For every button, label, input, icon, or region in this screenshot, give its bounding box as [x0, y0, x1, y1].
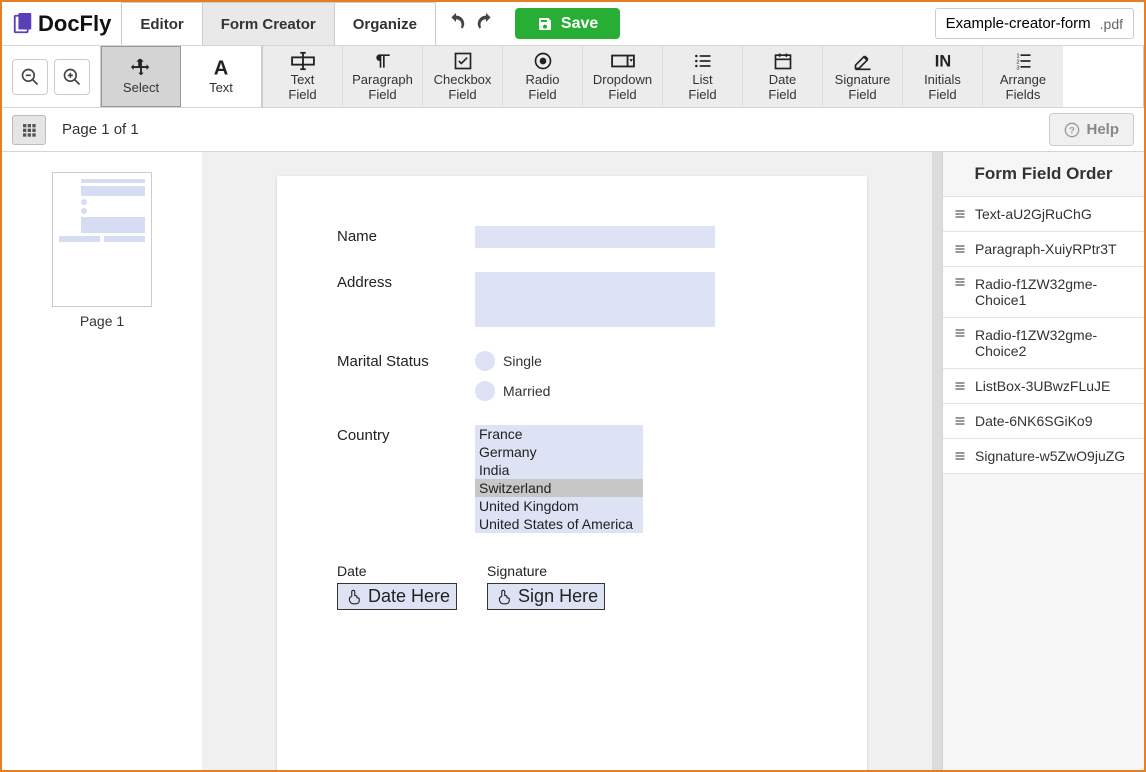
order-item-label: Date-6NK6SGiKo9 [975, 413, 1093, 429]
thumbnail-caption: Page 1 [80, 313, 124, 329]
undo-button[interactable] [445, 11, 467, 36]
drag-handle-icon[interactable] [953, 415, 967, 427]
order-item-label: Signature-w5ZwO9juZG [975, 448, 1125, 464]
label-date: Date [337, 563, 457, 579]
tool-list-field[interactable]: List Field [663, 46, 743, 107]
field-signature[interactable]: Sign Here [487, 583, 605, 610]
tab-organize[interactable]: Organize [334, 2, 436, 45]
checkbox-icon [453, 51, 473, 71]
tool-signature-field[interactable]: Signature Field [823, 46, 903, 107]
tool-checkbox-field[interactable]: Checkbox Field [423, 46, 503, 107]
app-logo: DocFly [2, 2, 121, 45]
label-country: Country [337, 425, 475, 533]
listbox-option[interactable]: United States of America [475, 515, 643, 533]
tool-initials-field[interactable]: IN Initials Field [903, 46, 983, 107]
radio-married[interactable] [475, 381, 495, 401]
save-icon [537, 16, 553, 32]
order-item-label: ListBox-3UBwzFLuJE [975, 378, 1110, 394]
field-date[interactable]: Date Here [337, 583, 457, 610]
label-marital: Marital Status [337, 351, 475, 411]
grid-icon [21, 122, 37, 138]
redo-button[interactable] [475, 11, 497, 36]
listbox-option[interactable]: Switzerland [475, 479, 643, 497]
drag-handle-icon[interactable] [953, 208, 967, 220]
order-item[interactable]: Radio-f1ZW32gme-Choice1 [943, 267, 1144, 318]
radio-married-label: Married [503, 383, 550, 399]
list-icon [693, 51, 713, 71]
radio-single-label: Single [503, 353, 542, 369]
svg-text:A: A [214, 58, 229, 80]
order-item[interactable]: Paragraph-XuiyRPtr3T [943, 232, 1144, 267]
order-item[interactable]: Signature-w5ZwO9juZG [943, 439, 1144, 474]
label-signature: Signature [487, 563, 605, 579]
help-button[interactable]: ? Help [1049, 113, 1134, 146]
arrange-icon: 123 [1013, 51, 1033, 71]
label-name: Name [337, 226, 475, 248]
page-canvas[interactable]: Name Address Marital Status Single [277, 176, 867, 770]
tool-text[interactable]: A Text [181, 46, 261, 107]
hand-point-icon [494, 588, 514, 606]
drag-handle-icon[interactable] [953, 380, 967, 392]
listbox-option[interactable]: Germany [475, 443, 643, 461]
move-icon [130, 57, 152, 79]
order-item[interactable]: Text-aU2GjRuChG [943, 197, 1144, 232]
tool-select[interactable]: Select [101, 46, 181, 107]
thumbnails-toggle[interactable] [12, 115, 46, 145]
tool-text-field[interactable]: Text Field [263, 46, 343, 107]
field-name[interactable] [475, 226, 715, 248]
order-item-label: Paragraph-XuiyRPtr3T [975, 241, 1117, 257]
page-indicator: Page 1 of 1 [62, 121, 139, 138]
zoom-in-button[interactable] [54, 59, 90, 95]
text-field-icon [291, 51, 315, 71]
filename-ext: .pdf [1100, 16, 1123, 32]
filename-input-wrap[interactable]: .pdf [935, 8, 1134, 39]
filename-input[interactable] [946, 15, 1096, 32]
field-address[interactable] [475, 272, 715, 327]
field-country-listbox[interactable]: FranceGermanyIndiaSwitzerlandUnited King… [475, 425, 643, 533]
signature-icon [853, 51, 873, 71]
tool-paragraph-field[interactable]: Paragraph Field [343, 46, 423, 107]
order-item-label: Radio-f1ZW32gme-Choice1 [975, 276, 1134, 308]
order-item[interactable]: Radio-f1ZW32gme-Choice2 [943, 318, 1144, 369]
paragraph-icon [372, 51, 394, 71]
dropdown-icon [611, 51, 635, 71]
tool-dropdown-field[interactable]: Dropdown Field [583, 46, 663, 107]
order-item-label: Radio-f1ZW32gme-Choice2 [975, 327, 1134, 359]
order-panel-title: Form Field Order [943, 152, 1144, 197]
initials-icon: IN [931, 51, 955, 71]
order-item[interactable]: Date-6NK6SGiKo9 [943, 404, 1144, 439]
label-address: Address [337, 272, 475, 327]
calendar-icon [773, 51, 793, 71]
drag-handle-icon[interactable] [953, 327, 967, 339]
tool-arrange-fields[interactable]: 123 Arrange Fields [983, 46, 1063, 107]
help-icon: ? [1064, 122, 1080, 138]
order-item-label: Text-aU2GjRuChG [975, 206, 1092, 222]
tab-editor[interactable]: Editor [121, 2, 202, 45]
svg-text:?: ? [1070, 125, 1076, 135]
svg-text:IN: IN [934, 53, 950, 71]
drag-handle-icon[interactable] [953, 243, 967, 255]
drag-handle-icon[interactable] [953, 276, 967, 288]
zoom-out-button[interactable] [12, 59, 48, 95]
tab-form-creator[interactable]: Form Creator [202, 2, 335, 45]
listbox-option[interactable]: France [475, 425, 643, 443]
logo-icon [12, 13, 34, 35]
hand-point-icon [344, 588, 364, 606]
listbox-option[interactable]: United Kingdom [475, 497, 643, 515]
save-button[interactable]: Save [515, 8, 620, 39]
radio-single[interactable] [475, 351, 495, 371]
order-item[interactable]: ListBox-3UBwzFLuJE [943, 369, 1144, 404]
tool-date-field[interactable]: Date Field [743, 46, 823, 107]
listbox-option[interactable]: India [475, 461, 643, 479]
text-icon: A [210, 57, 232, 79]
tool-radio-field[interactable]: Radio Field [503, 46, 583, 107]
drag-handle-icon[interactable] [953, 450, 967, 462]
radio-icon [533, 51, 553, 71]
svg-text:3: 3 [1016, 66, 1019, 72]
page-thumbnail-1[interactable] [52, 172, 152, 307]
